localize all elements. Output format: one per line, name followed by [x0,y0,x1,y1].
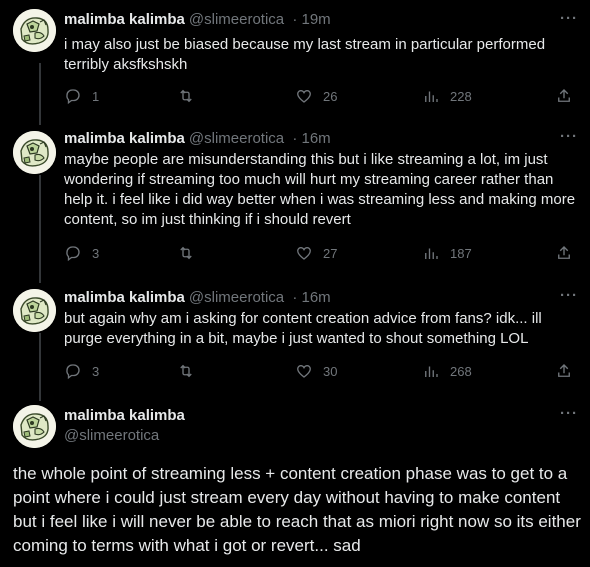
retweet-icon [180,364,192,378]
share-icon [558,89,570,102]
heart-icon [297,364,311,378]
reply-count: 3 [92,363,100,379]
separator: · [292,11,298,28]
view-count: 268 [450,363,472,379]
timestamp[interactable]: 16m [302,289,331,306]
retweet-button[interactable] [177,243,195,263]
tweet[interactable]: malimba kalimba @slimeerotica · 19m ··· i… [0,0,590,125]
view-count: 228 [450,88,472,104]
avatar[interactable] [13,289,56,332]
reply-button[interactable]: 3 [64,361,99,381]
author-handle[interactable]: @slimeerotica [189,11,284,28]
tweet[interactable]: malimba kalimba @slimeerotica · 16m ··· b… [0,283,590,401]
views-chart-icon [425,248,438,259]
tweet-text: maybe people are misunderstanding this b… [64,151,576,228]
more-icon[interactable]: ··· [558,288,580,306]
avatar[interactable] [13,9,56,52]
tweet-header: malimba kalimba [64,406,185,425]
like-count: 26 [323,88,338,104]
author-name[interactable]: malimba kalimba [64,407,185,424]
more-icon[interactable]: ··· [558,11,580,29]
views-chart-icon [425,366,438,377]
views-chart-icon [425,91,438,102]
timestamp[interactable]: 19m [302,11,331,28]
tweet-actions: 1 26 228 [64,86,580,106]
retweet-button[interactable] [177,361,195,381]
main-tweet[interactable]: malimba kalimba @slimeerotica ··· the wh… [0,401,590,567]
tweet-actions: 3 27 187 [64,243,580,263]
share-button[interactable] [555,243,573,263]
timestamp[interactable]: 16m [302,130,331,147]
tweet[interactable]: malimba kalimba @slimeerotica · 16m ··· m… [0,125,590,283]
like-button[interactable]: 26 [295,86,337,106]
like-button[interactable]: 27 [295,243,337,263]
share-button[interactable] [555,361,573,381]
reply-count: 1 [92,88,100,104]
like-button[interactable]: 30 [295,361,337,381]
author-name[interactable]: malimba kalimba [64,11,185,28]
more-icon[interactable]: ··· [558,129,580,147]
share-icon [558,246,570,259]
share-icon [558,364,570,377]
tweet-header: malimba kalimba @slimeerotica · 16m [64,288,331,307]
retweet-icon [180,89,192,103]
views-button[interactable]: 268 [422,361,472,381]
share-button[interactable] [555,86,573,106]
reply-button[interactable]: 1 [64,86,99,106]
author-handle[interactable]: @slimeerotica [189,130,284,147]
tweet-header: malimba kalimba @slimeerotica · 19m [64,10,331,29]
reply-icon [66,364,80,380]
author-handle[interactable]: @slimeerotica [189,289,284,306]
view-count: 187 [450,245,472,261]
tweet-text: the whole point of streaming less + cont… [13,464,581,555]
retweet-icon [180,246,192,260]
views-button[interactable]: 187 [422,243,472,263]
like-count: 30 [323,363,338,379]
tweet-text: but again why am i asking for content cr… [64,310,542,347]
separator: · [292,289,298,306]
reply-count: 3 [92,245,100,261]
separator: · [292,130,298,147]
heart-icon [297,89,311,103]
reply-button[interactable]: 3 [64,243,99,263]
author-handle[interactable]: @slimeerotica [64,427,159,444]
views-button[interactable]: 228 [422,86,472,106]
author-name[interactable]: malimba kalimba [64,289,185,306]
like-count: 27 [323,245,338,261]
reply-icon [66,246,80,262]
tweet-text: i may also just be biased because my las… [64,36,546,73]
avatar[interactable] [13,405,56,448]
more-icon[interactable]: ··· [558,406,580,424]
retweet-button[interactable] [177,86,195,106]
tweet-header: malimba kalimba @slimeerotica · 16m [64,129,331,148]
heart-icon [297,246,311,260]
reply-icon [66,89,80,105]
avatar[interactable] [13,131,56,174]
author-name[interactable]: malimba kalimba [64,130,185,147]
tweet-actions: 3 30 268 [64,361,580,381]
